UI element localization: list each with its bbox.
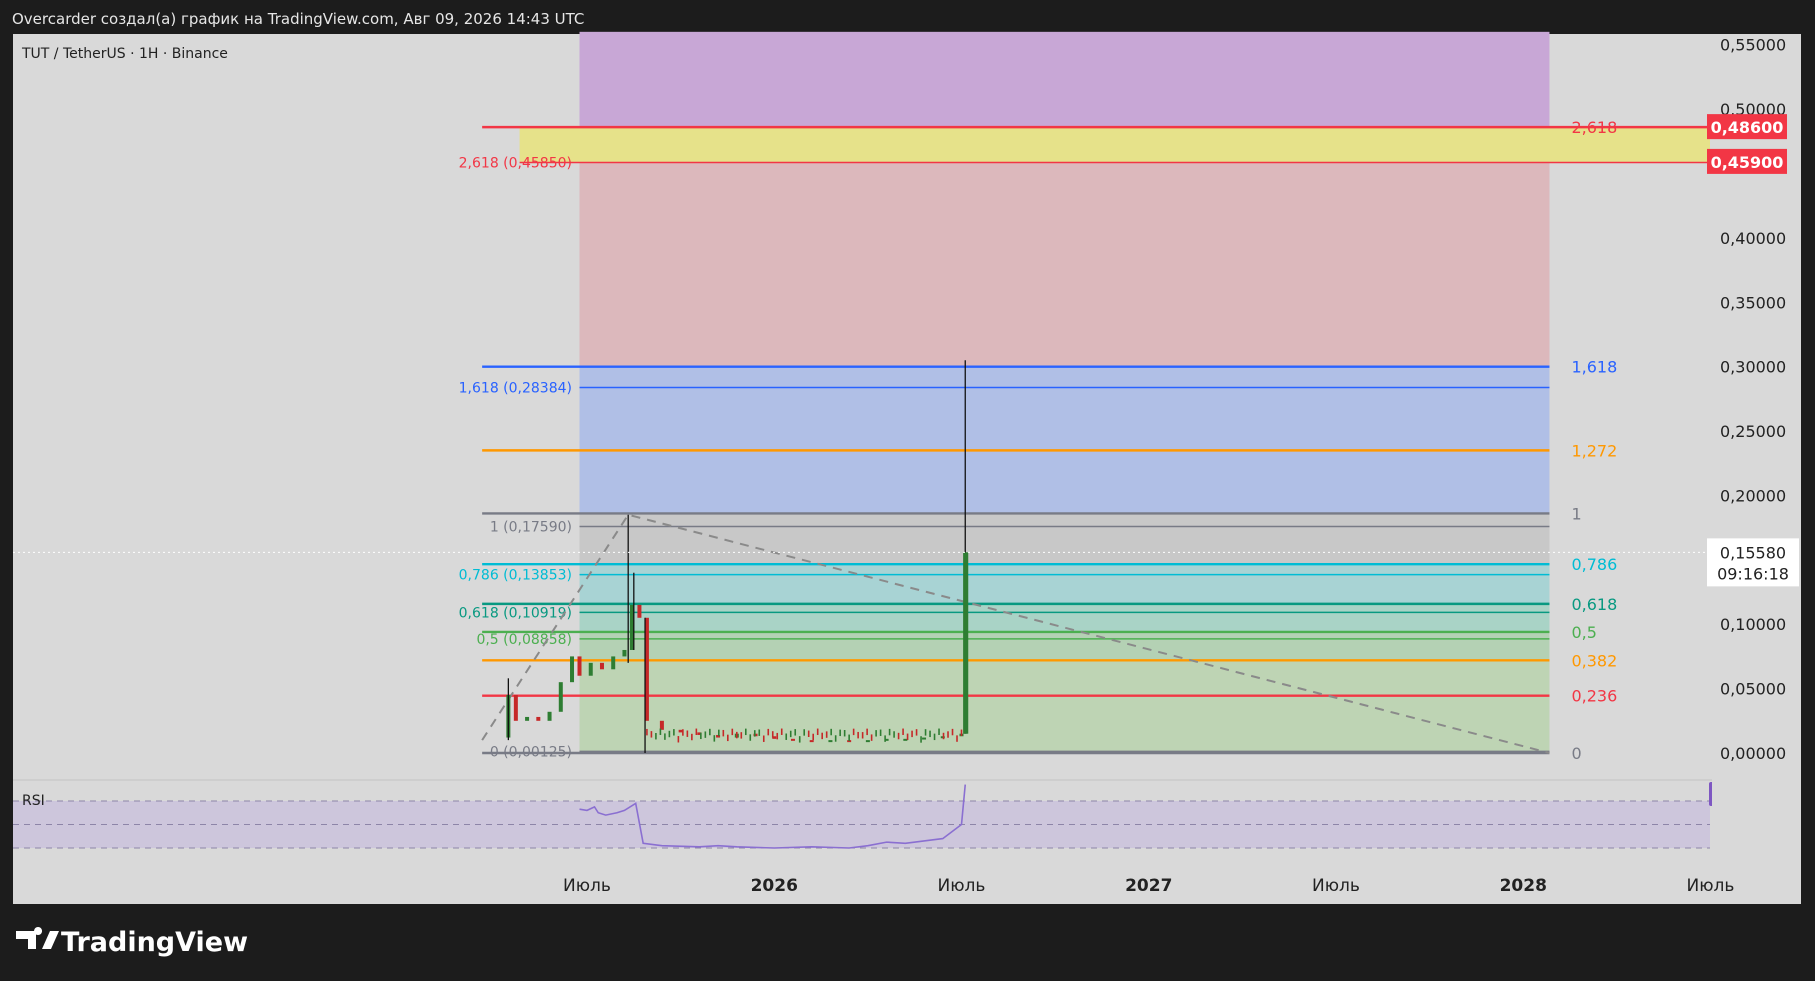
y-tick-label: 0,00000 [1720, 744, 1786, 763]
candle-body [622, 649, 627, 657]
fib-extension-label: 0,618 [1571, 595, 1617, 614]
candle-body [525, 716, 530, 721]
fib-zone [579, 695, 1550, 753]
candle-body [922, 737, 927, 740]
candle-body [577, 656, 582, 676]
candle-body [570, 656, 575, 683]
fib-extension-label: 0,382 [1571, 651, 1617, 670]
candle-body [558, 682, 563, 712]
price-badge-label: 0,48600 [1711, 118, 1784, 137]
fib-zones [519, 31, 1710, 753]
fib-extension-label: 0,5 [1571, 623, 1596, 642]
y-tick-label: 0,40000 [1720, 229, 1786, 248]
candle-body [637, 604, 642, 618]
fib-retracement-label: 1,618 (0,28384) [459, 380, 572, 396]
fib-retracement-label: 0,786 (0,13853) [459, 568, 572, 584]
y-tick-label: 0,20000 [1720, 486, 1786, 505]
rsi-title: RSI [22, 793, 45, 809]
fib-extension-label: 0,786 [1571, 555, 1617, 574]
price-badge-label: 0,45900 [1711, 153, 1784, 172]
x-tick-label: Июль [1687, 876, 1735, 896]
fib-extension-label: 0,236 [1571, 687, 1617, 706]
fib-extension-label: 1,272 [1571, 441, 1617, 460]
candle-body [588, 662, 593, 676]
x-tick-label: 2027 [1125, 876, 1172, 896]
x-tick-label: Июль [1312, 876, 1360, 896]
fib-zone [579, 450, 1550, 514]
fib-retracement-label: 0 (0,00125) [490, 744, 572, 760]
last-price-label: 0,15580 [1720, 543, 1786, 562]
fib-extension-label: 0 [1571, 744, 1581, 763]
y-tick-label: 0,10000 [1720, 615, 1786, 634]
y-tick-label: 0,35000 [1720, 293, 1786, 312]
last-price-countdown: 09:16:18 [1717, 564, 1789, 583]
candle-body [809, 740, 814, 743]
last-candle [963, 552, 969, 734]
candle-body [903, 738, 908, 741]
fib-zone [579, 366, 1550, 451]
fib-zone [579, 603, 1550, 632]
y-tick-label: 0,30000 [1720, 358, 1786, 377]
fib-zone [579, 564, 1550, 604]
y-tick-label: 0,55000 [1720, 36, 1786, 55]
candle-body [828, 740, 833, 743]
y-tick-label: 0,05000 [1720, 680, 1786, 699]
candle-body [536, 716, 541, 721]
fib-extension-label: 1,618 [1571, 358, 1617, 377]
candle-body [513, 695, 518, 721]
y-tick-label: 0,25000 [1720, 422, 1786, 441]
symbol-title[interactable]: TUT / TetherUS · 1H · Binance [21, 46, 228, 62]
fib-zone [579, 631, 1550, 661]
candle-body [599, 662, 604, 670]
candle-body [790, 738, 795, 741]
yellow-target-zone [519, 127, 1710, 162]
fib-zone [579, 660, 1550, 696]
fib-retracement-label: 0,5 (0,08858) [476, 632, 572, 648]
fib-retracement-label: 0,618 (0,10919) [459, 605, 572, 621]
x-tick-label: 2028 [1500, 876, 1547, 896]
fib-retracement-label: 1 (0,17590) [490, 519, 572, 535]
x-tick-label: Июль [563, 876, 611, 896]
candle-body [547, 711, 552, 721]
candle-body [611, 656, 616, 670]
fib-extension-label: 2,618 [1571, 118, 1617, 137]
candle-body [659, 720, 664, 730]
candle-body [865, 740, 870, 743]
candle-body [678, 729, 683, 733]
x-tick-label: Июль [938, 876, 986, 896]
fib-extension-label: 1 [1571, 504, 1581, 523]
chart-canvas: Overcarder создал(а) график на TradingVi… [0, 0, 1815, 981]
x-tick-label: 2026 [751, 876, 798, 896]
fib-retracement-label: 2,618 (0,45850) [459, 156, 572, 172]
attribution-text: Overcarder создал(а) график на TradingVi… [12, 10, 584, 28]
brand-name: TradingView [61, 927, 248, 958]
